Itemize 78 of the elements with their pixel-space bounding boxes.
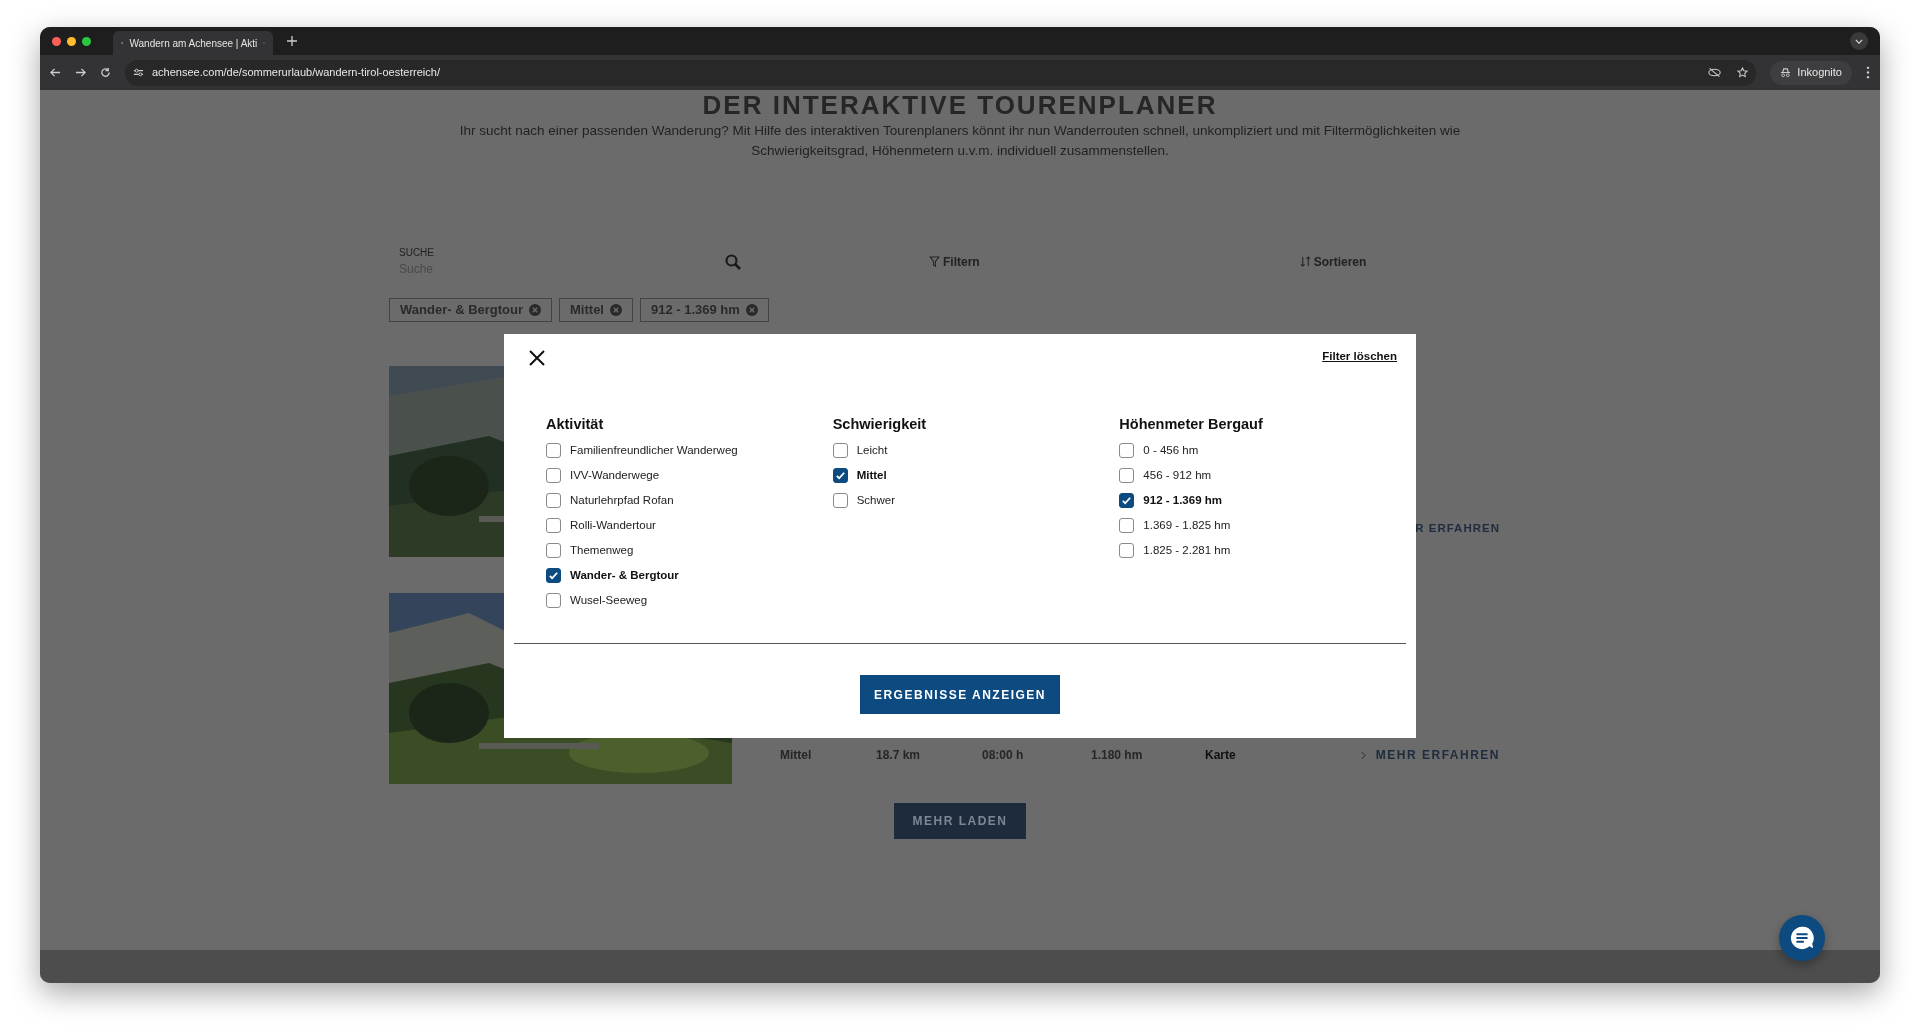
group-heading: Aktivität bbox=[546, 415, 605, 434]
new-tab-icon[interactable] bbox=[287, 36, 297, 46]
chip-label: Wander- & Bergtour bbox=[400, 301, 524, 320]
browser-tab[interactable]: Wandern am Achensee | Akti bbox=[113, 31, 273, 55]
checkbox[interactable] bbox=[546, 467, 561, 483]
checkbox[interactable] bbox=[832, 467, 848, 483]
address-bar[interactable]: achensee.com/de/sommerurlaub/wandern-tirol-oesterreich/ bbox=[125, 59, 1757, 86]
option-label[interactable]: 912 - 1.369 hm bbox=[1143, 491, 1222, 509]
incognito-button[interactable]: Inkognito bbox=[1770, 60, 1852, 85]
option-label[interactable]: Mittel bbox=[856, 466, 887, 484]
option-label[interactable]: Schwer bbox=[856, 491, 896, 509]
checkbox[interactable] bbox=[1119, 492, 1135, 508]
load-more-button[interactable]: MEHR LADEN bbox=[894, 803, 1026, 839]
chevron-right-icon bbox=[1360, 750, 1366, 760]
show-results-button[interactable]: ERGEBNISSE ANZEIGEN bbox=[860, 675, 1060, 714]
checkbox[interactable] bbox=[1119, 517, 1135, 533]
site-settings-icon[interactable] bbox=[133, 67, 144, 78]
close-window-icon[interactable] bbox=[52, 36, 61, 46]
url-text: achensee.com/de/sommerurlaub/wandern-tirol-oesterreich/ bbox=[152, 65, 440, 81]
remove-icon[interactable] bbox=[745, 304, 758, 316]
option-label[interactable]: Familienfreundlicher Wanderweg bbox=[570, 441, 738, 459]
remove-icon[interactable] bbox=[610, 304, 622, 316]
chip-label: 912 - 1.369 hm bbox=[651, 301, 740, 320]
option-label[interactable]: IVV-Wanderwege bbox=[570, 466, 660, 484]
back-icon[interactable] bbox=[50, 67, 61, 78]
checkbox[interactable] bbox=[546, 542, 561, 558]
search-label: SUCHE bbox=[398, 246, 435, 260]
check-icon bbox=[548, 569, 559, 581]
checkbox[interactable] bbox=[1119, 542, 1135, 558]
more-icon[interactable] bbox=[1866, 66, 1870, 79]
maximize-window-icon[interactable] bbox=[82, 36, 91, 46]
ascent-text: 1.180 hm bbox=[1091, 747, 1144, 764]
option-label[interactable]: Rolli-Wandertour bbox=[570, 516, 656, 534]
star-icon[interactable] bbox=[1737, 67, 1749, 78]
remove-icon[interactable] bbox=[529, 304, 542, 316]
map-link[interactable]: Karte bbox=[1205, 746, 1236, 764]
sort-icon bbox=[1299, 256, 1311, 267]
checkbox[interactable] bbox=[546, 442, 561, 458]
intro-text: Ihr sucht nach einer passenden Wanderung? Mit Hilfe des interaktiven Tourenplaners könnt ihr nun Wanderrouten schnell, unkompliziert und mit Filtermöglichkeiten wie Schwierigkeitsgrad, Höhenmetern u.v.m. individuell zusammenstellen. bbox=[458, 122, 1462, 160]
option-label[interactable]: Wusel-Seeweg bbox=[570, 591, 648, 609]
tab-search-button[interactable] bbox=[1850, 32, 1868, 50]
option-label[interactable]: 1.369 - 1.825 hm bbox=[1143, 516, 1231, 534]
checkbox[interactable] bbox=[1119, 442, 1135, 458]
eye-slash-icon[interactable] bbox=[1708, 67, 1722, 78]
forward-icon[interactable] bbox=[75, 67, 86, 78]
chat-icon bbox=[1789, 925, 1815, 951]
option-label[interactable]: 456 - 912 hm bbox=[1143, 466, 1212, 484]
option-label[interactable]: Naturlehrpfad Rofan bbox=[570, 491, 674, 509]
option-label[interactable]: 0 - 456 hm bbox=[1143, 441, 1199, 459]
duration-text: 08:00 h bbox=[982, 747, 1025, 764]
search-icon[interactable] bbox=[725, 253, 741, 270]
checkbox[interactable] bbox=[546, 592, 561, 608]
checkbox[interactable] bbox=[546, 492, 561, 508]
incognito-icon bbox=[1780, 67, 1792, 78]
chevron-down-icon bbox=[1855, 38, 1863, 44]
tab-title: Wandern am Achensee | Akti bbox=[129, 36, 258, 51]
distance-text: 18.7 km bbox=[876, 747, 922, 764]
group-heading: Höhenmeter Bergauf bbox=[1119, 415, 1264, 434]
difficulty-text: Mittel bbox=[780, 747, 813, 764]
clear-filter-link[interactable]: Filter löschen bbox=[1322, 348, 1397, 366]
option-label[interactable]: 1.825 - 2.281 hm bbox=[1143, 541, 1231, 559]
checkbox[interactable] bbox=[832, 442, 848, 458]
group-heading: Schwierigkeit bbox=[832, 415, 928, 434]
option-label[interactable]: Wander- & Bergtour bbox=[570, 566, 679, 584]
checkbox[interactable] bbox=[1119, 467, 1135, 483]
check-icon bbox=[1121, 494, 1133, 506]
chip-label: Mittel bbox=[570, 301, 604, 320]
checkbox[interactable] bbox=[546, 567, 561, 583]
chat-button[interactable] bbox=[1779, 915, 1825, 961]
checkbox[interactable] bbox=[546, 517, 561, 533]
checkbox[interactable] bbox=[832, 492, 848, 508]
page-heading: DER INTERAKTIVE TOURENPLANER bbox=[702, 91, 1218, 119]
filter-icon bbox=[929, 256, 940, 267]
option-label[interactable]: Themenweg bbox=[570, 541, 634, 559]
reload-icon[interactable] bbox=[100, 67, 111, 78]
option-label[interactable]: Leicht bbox=[856, 441, 888, 459]
check-icon bbox=[834, 469, 846, 481]
minimize-window-icon[interactable] bbox=[67, 36, 76, 46]
